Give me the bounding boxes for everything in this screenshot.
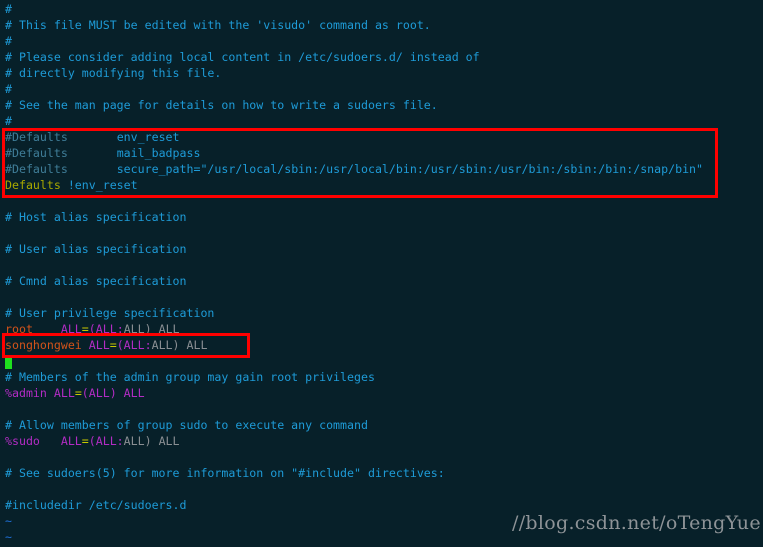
editor-line[interactable]: # Members of the admin group may gain ro…	[5, 369, 703, 385]
code-token: # User privilege specification	[5, 306, 215, 320]
defaults-highlight-box	[2, 128, 718, 198]
code-token: #	[5, 82, 12, 96]
editor-line[interactable]: # See the man page for details on how to…	[5, 97, 703, 113]
editor-line[interactable]: # User alias specification	[5, 241, 703, 257]
code-token: =	[74, 386, 82, 400]
editor-line[interactable]: # This file MUST be edited with the 'vis…	[5, 17, 703, 33]
editor-line[interactable]: # Please consider adding local content i…	[5, 49, 703, 65]
editor-line[interactable]: #	[5, 81, 703, 97]
code-token: ALL) ALL	[123, 434, 180, 448]
editor-line[interactable]	[5, 481, 703, 497]
vim-editor-buffer[interactable]: # # This file MUST be edited with the 'vi…	[5, 1, 703, 545]
editor-line[interactable]: %admin ALL=(ALL) ALL	[5, 385, 703, 401]
editor-line[interactable]: %sudo ALL=(ALL:ALL) ALL	[5, 433, 703, 449]
editor-line[interactable]: #	[5, 113, 703, 129]
code-token: ~	[5, 530, 12, 544]
editor-line[interactable]: # See sudoers(5) for more information on…	[5, 465, 703, 481]
code-token: %admin ALL	[5, 386, 75, 400]
code-token: (ALL:	[88, 434, 124, 448]
editor-line[interactable]	[5, 289, 703, 305]
code-token: # User alias specification	[5, 242, 187, 256]
editor-line[interactable]: # Host alias specification	[5, 209, 703, 225]
editor-line[interactable]	[5, 449, 703, 465]
editor-line[interactable]: # Cmnd alias specification	[5, 273, 703, 289]
code-token: #	[5, 2, 12, 16]
editor-line[interactable]	[5, 401, 703, 417]
code-token: # See sudoers(5) for more information on…	[5, 466, 445, 480]
code-token: %sudo ALL	[5, 434, 82, 448]
editor-line[interactable]: # Allow members of group sudo to execute…	[5, 417, 703, 433]
editor-line[interactable]: # User privilege specification	[5, 305, 703, 321]
editor-line[interactable]: #includedir /etc/sudoers.d	[5, 497, 703, 513]
editor-line[interactable]: #	[5, 33, 703, 49]
code-token: # Cmnd alias specification	[5, 274, 187, 288]
code-token: # This file MUST be edited with the 'vis…	[5, 18, 431, 32]
code-token: #	[5, 114, 12, 128]
user-entry-highlight-box	[2, 333, 250, 358]
code-token: #includedir /etc/sudoers.d	[5, 498, 187, 512]
editor-line[interactable]: #	[5, 1, 703, 17]
editor-line[interactable]	[5, 257, 703, 273]
code-token: # directly modifying this file.	[5, 66, 222, 80]
code-token: # Allow members of group sudo to execute…	[5, 418, 368, 432]
code-token: (ALL) ALL	[81, 386, 145, 400]
code-token: ~	[5, 514, 12, 528]
code-token: # Members of the admin group may gain ro…	[5, 370, 375, 384]
editor-line[interactable]: # directly modifying this file.	[5, 65, 703, 81]
code-token: # Host alias specification	[5, 210, 187, 224]
code-token: =	[81, 434, 89, 448]
editor-line[interactable]	[5, 225, 703, 241]
code-token: # Please consider adding local content i…	[5, 50, 480, 64]
code-token: #	[5, 34, 12, 48]
watermark: //blog.csdn.net/oTengYue	[512, 512, 761, 534]
code-token: # See the man page for details on how to…	[5, 98, 438, 112]
